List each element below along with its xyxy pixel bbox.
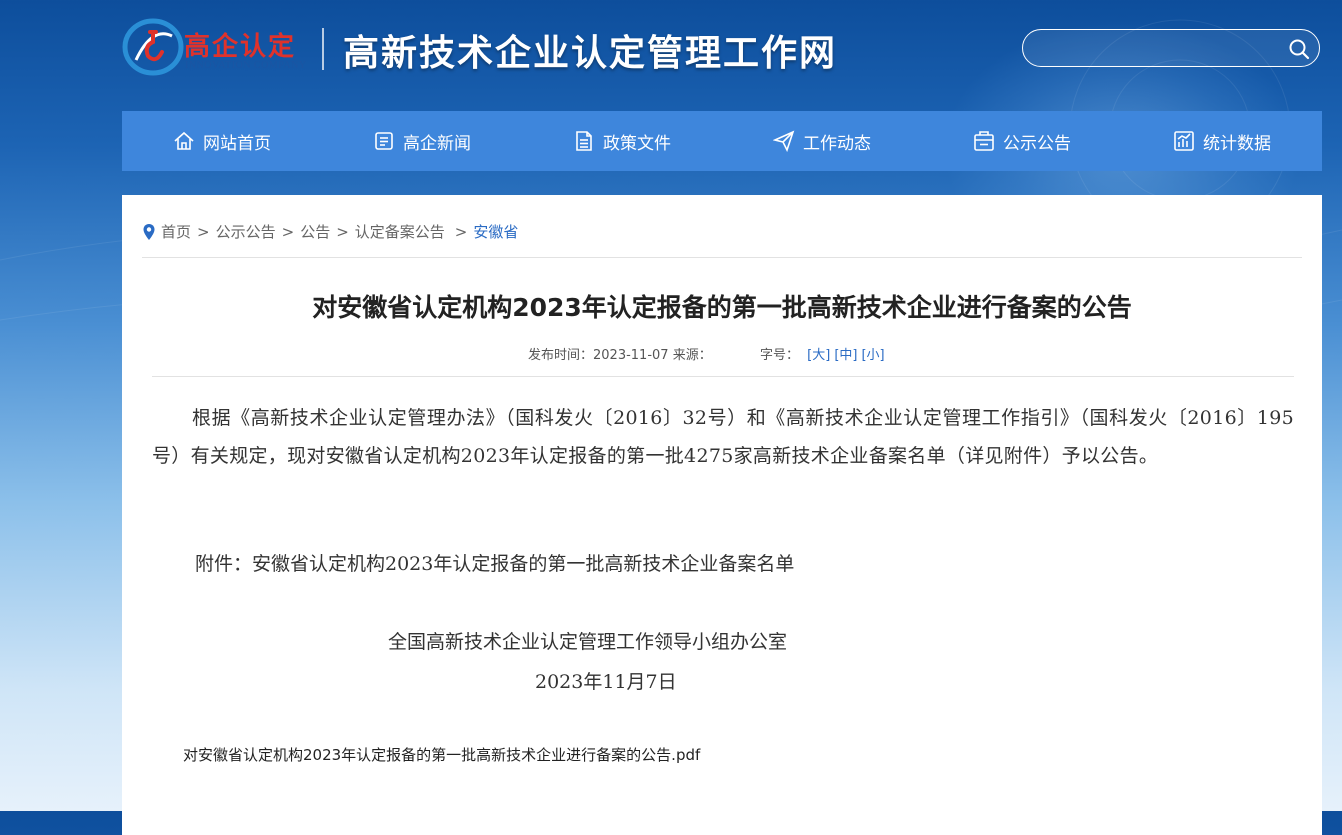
article-meta: 发布时间：2023-11-07 来源： 字号： [大] [中] [小]	[528, 344, 885, 363]
article-panel: 首页 > 公示公告 > 公告 > 认定备案公告 > 安徽省 对安徽省认定机构20…	[122, 195, 1322, 835]
breadcrumb: 首页 > 公示公告 > 公告 > 认定备案公告 > 安徽省	[142, 221, 518, 242]
logo-english-text: INNOVATION COMPANY	[185, 60, 307, 71]
breadcrumb-separator: >	[454, 222, 468, 241]
breadcrumb-notices[interactable]: 公示公告	[216, 221, 276, 242]
news-icon	[375, 132, 393, 150]
attachment-note: 附件：安徽省认定机构2023年认定报备的第一批高新技术企业备案名单	[195, 553, 795, 575]
nav-item-home[interactable]: 网站首页	[122, 111, 322, 171]
nav-item-label: 工作动态	[803, 133, 871, 154]
nav-item-label: 政策文件	[603, 133, 671, 154]
site-title: 高新技术企业认定管理工作网	[343, 32, 838, 74]
nav-item-label: 高企新闻	[403, 133, 471, 154]
nav-item-statistics[interactable]: 统计数据	[1122, 111, 1322, 171]
nav-item-notices[interactable]: 公示公告	[922, 111, 1122, 171]
main-nav: 网站首页 高企新闻 政策文件 工作动态 公示公告 统计数据	[122, 111, 1322, 171]
breadcrumb-separator: >	[336, 222, 349, 241]
pdf-attachment-link[interactable]: 对安徽省认定机构2023年认定报备的第一批高新技术企业进行备案的公告.pdf	[183, 744, 700, 765]
font-small-button[interactable]: [小]	[861, 348, 884, 363]
logo-chinese-text: 高企认定	[184, 32, 297, 62]
breadcrumb-certification-filing[interactable]: 认定备案公告	[355, 221, 445, 242]
article-body: 根据《高新技术企业认定管理办法》（国科发火〔2016〕32号）和《高新技术企业认…	[152, 407, 1294, 467]
nav-item-news[interactable]: 高企新闻	[322, 111, 522, 171]
breadcrumb-home[interactable]: 首页	[161, 221, 191, 242]
signature-date: 2023年11月7日	[535, 671, 677, 693]
font-medium-button[interactable]: [中]	[834, 348, 857, 363]
bar-chart-icon	[1174, 131, 1194, 151]
divider	[152, 376, 1294, 377]
notice-board-icon	[974, 131, 994, 151]
article-title: 对安徽省认定机构2023年认定报备的第一批高新技术企业进行备案的公告	[312, 293, 1132, 322]
source-label: 来源：	[672, 348, 712, 363]
site-logo[interactable]: 高企认定 INNOVATION COMPANY	[122, 16, 312, 78]
font-large-button[interactable]: [大]	[807, 348, 830, 363]
nav-item-policy[interactable]: 政策文件	[522, 111, 722, 171]
document-icon	[576, 131, 592, 151]
breadcrumb-current[interactable]: 安徽省	[473, 221, 518, 242]
breadcrumb-separator: >	[281, 222, 295, 241]
nav-item-work-updates[interactable]: 工作动态	[722, 111, 922, 171]
search-box	[1022, 29, 1320, 67]
breadcrumb-announcement[interactable]: 公告	[300, 221, 330, 242]
search-input[interactable]	[1039, 36, 1283, 62]
location-pin-icon	[143, 223, 155, 240]
search-icon[interactable]	[1288, 38, 1310, 60]
site-header: 高企认定 INNOVATION COMPANY 高新技术企业认定管理工作网	[0, 0, 1342, 110]
nav-item-label: 公示公告	[1003, 133, 1071, 154]
home-icon	[174, 131, 194, 150]
paper-plane-icon	[773, 130, 795, 152]
nav-item-label: 统计数据	[1203, 133, 1271, 154]
nav-item-label: 网站首页	[203, 133, 271, 154]
divider	[142, 257, 1302, 258]
font-size-label: 字号：	[760, 348, 800, 363]
publish-label: 发布时间：	[528, 348, 594, 363]
logo-emblem-icon	[122, 18, 184, 76]
header-divider	[322, 28, 324, 70]
breadcrumb-separator: >	[197, 222, 210, 241]
publish-date: 2023-11-07	[593, 348, 669, 363]
signature-organization: 全国高新技术企业认定管理工作领导小组办公室	[388, 631, 788, 653]
